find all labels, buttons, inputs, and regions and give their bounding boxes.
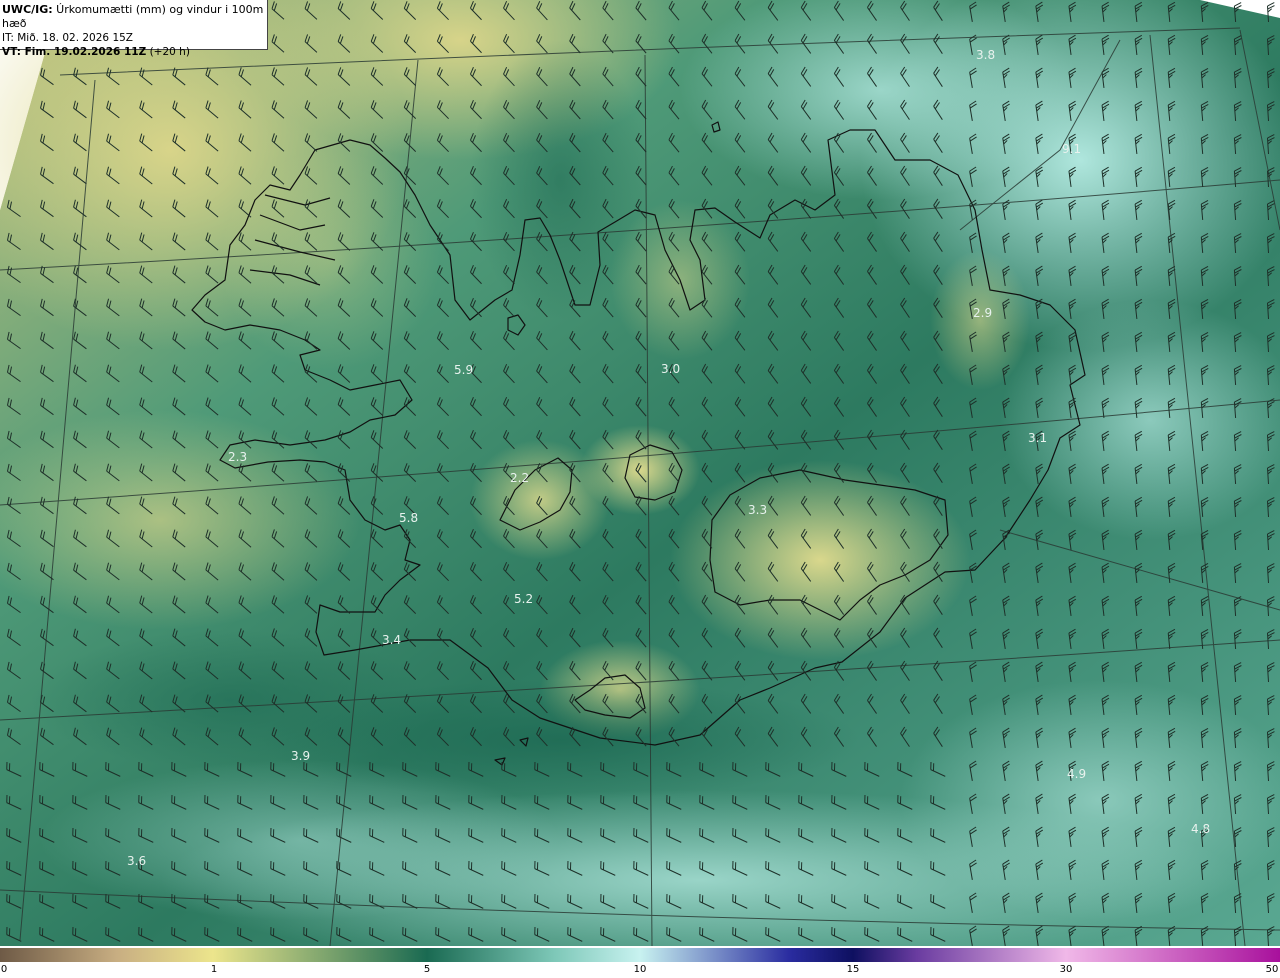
colorbar-segment [1066, 948, 1280, 962]
colorbar-segment [0, 948, 213, 962]
value-label: 4.9 [1067, 767, 1086, 781]
colorbar-segment [640, 948, 853, 962]
colorbar-tick: 50 [1265, 964, 1279, 975]
value-label: 5.9 [454, 363, 473, 377]
model-name: UWC/IG: [2, 3, 53, 16]
value-label: 2.3 [228, 450, 247, 464]
value-label: 3.3 [748, 503, 767, 517]
value-label: 3.9 [291, 749, 310, 763]
value-label: 5.8 [399, 511, 418, 525]
valid-time: VT: Fim. 19.02.2026 11Z [2, 46, 147, 58]
value-label: 3.8 [976, 48, 995, 62]
init-time: IT: Mið. 18. 02. 2026 15Z [2, 32, 133, 44]
value-label: 4.8 [1191, 822, 1210, 836]
colorbar-strip [0, 948, 1280, 962]
colorbar-segment [853, 948, 1066, 962]
colorbar-tick: 15 [846, 964, 860, 975]
title-line: UWC/IG: Úrkomumætti (mm) og vindur i 100… [2, 3, 265, 31]
value-label: 2.2 [510, 471, 529, 485]
colorbar-tick: 30 [1059, 964, 1073, 975]
value-label: 3.6 [127, 854, 146, 868]
value-label: 5.2 [514, 592, 533, 606]
colorbar-tick: 5 [423, 964, 431, 975]
value-label: 3.0 [661, 362, 680, 376]
colorbar: 0 1 5 10 15 30 50 [0, 946, 1280, 978]
precip-shading [0, 0, 1280, 946]
colorbar-tick: 10 [633, 964, 647, 975]
map-canvas: 5.9 3.0 2.9 3.1 2.3 2.2 5.8 3.3 5.2 3.4 … [0, 0, 1280, 946]
value-label: 3.4 [382, 633, 401, 647]
valid-time-line: VT: Fim. 19.02.2026 11Z (+20 h) [2, 45, 265, 59]
colorbar-segment [213, 948, 427, 962]
weather-map: 5.9 3.0 2.9 3.1 2.3 2.2 5.8 3.3 5.2 3.4 … [0, 0, 1280, 978]
value-label: 3.1 [1028, 431, 1047, 445]
map-info-box: UWC/IG: Úrkomumætti (mm) og vindur i 100… [0, 0, 268, 58]
colorbar-tick: 0 [0, 964, 8, 975]
colorbar-segment [427, 948, 640, 962]
value-label: 9.1 [1062, 142, 1081, 156]
colorbar-tick: 1 [210, 964, 218, 975]
lead-time: (+20 h) [146, 46, 190, 58]
value-label: 2.9 [973, 306, 992, 320]
